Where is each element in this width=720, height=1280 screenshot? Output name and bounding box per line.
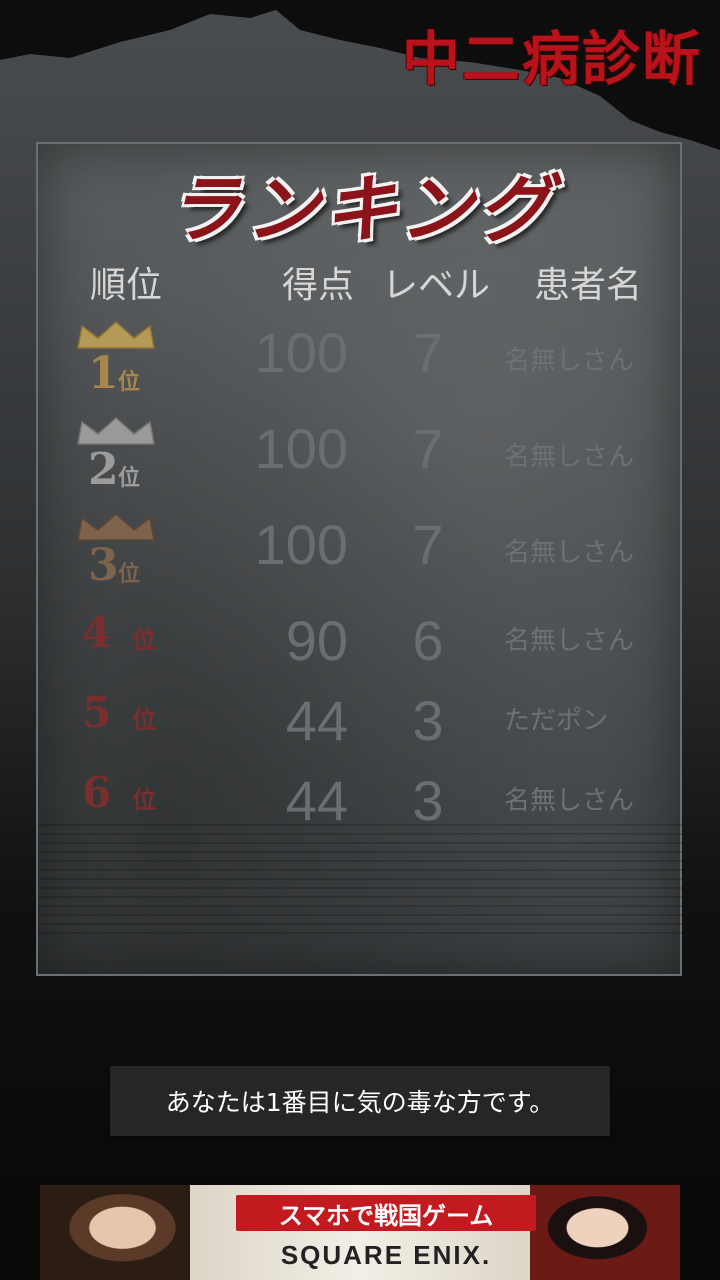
patient-name: 名無しさん: [504, 538, 635, 568]
patient-name: ただポン: [504, 706, 609, 736]
rank-badge: 3 位: [74, 512, 158, 600]
score-value: 100: [254, 513, 348, 576]
toast-message: あなたは1番目に気の毒な方です。: [110, 1066, 610, 1136]
level-value: 6: [412, 609, 444, 672]
rank-badge: 4 位: [74, 608, 158, 696]
patient-name: 名無しさん: [504, 346, 635, 376]
score-value: 44: [285, 769, 348, 832]
score-value: 90: [285, 609, 348, 672]
ranking-panel: ランキング 順位 得点 レベル 患者名 1 位 100 7 名無しさん 2 位 …: [36, 142, 684, 976]
rank-badge: 1 位: [74, 320, 158, 408]
level-value: 3: [412, 689, 444, 752]
level-value: 3: [412, 769, 444, 832]
ad-character-left-image: [40, 1185, 190, 1280]
patient-name: 名無しさん: [504, 786, 635, 816]
rank-number: 4: [82, 608, 112, 657]
rank-suffix: 位: [132, 625, 156, 654]
rank-number: 6: [82, 768, 112, 817]
silver-crown-icon: [77, 416, 155, 445]
header-name: 患者名: [534, 265, 643, 306]
patient-name: 名無しさん: [504, 626, 635, 656]
ad-character-right-image: [530, 1185, 680, 1280]
rank-suffix: 位: [118, 561, 141, 587]
score-value: 44: [285, 689, 348, 752]
ranking-title: ランキング: [167, 167, 555, 253]
rank-number: 3: [88, 540, 119, 591]
ad-banner[interactable]: スマホで戦国ゲーム SQUARE ENIX.: [40, 1185, 680, 1280]
app-title: 中二病診断: [401, 25, 702, 93]
ad-headline: スマホで戦国ゲーム: [236, 1195, 536, 1231]
patient-name: 名無しさん: [504, 442, 635, 472]
header-score: 得点: [282, 265, 355, 306]
rank-badge: 2 位: [74, 416, 158, 504]
bronze-crown-icon: [77, 512, 155, 541]
gold-crown-icon: [77, 320, 155, 349]
rank-suffix: 位: [132, 705, 156, 734]
rank-number: 1: [88, 348, 119, 399]
rank-number: 2: [88, 444, 119, 495]
ad-brand: SQUARE ENIX.: [280, 1239, 492, 1270]
header-rank: 順位: [90, 265, 163, 306]
level-value: 7: [412, 321, 444, 384]
score-value: 100: [254, 417, 348, 480]
score-value: 100: [254, 321, 348, 384]
header-level: レベル: [382, 265, 491, 306]
level-value: 7: [412, 417, 444, 480]
rank-suffix: 位: [118, 369, 141, 395]
rank-badge: 6 位: [74, 768, 158, 856]
rank-suffix: 位: [132, 785, 156, 814]
level-value: 7: [412, 513, 444, 576]
rank-number: 5: [82, 688, 112, 737]
rank-badge: 5 位: [74, 688, 158, 776]
rank-suffix: 位: [118, 465, 141, 491]
